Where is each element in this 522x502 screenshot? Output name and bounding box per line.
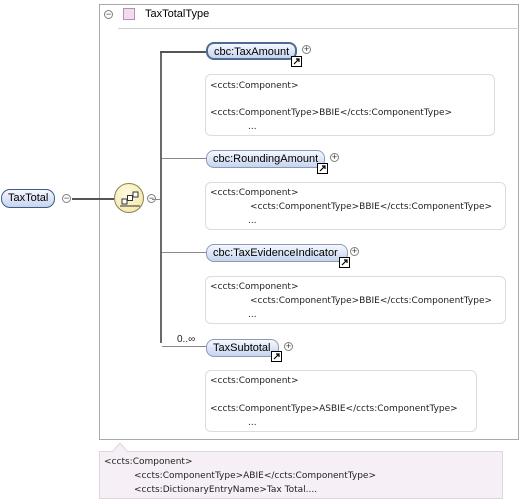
multiplicity-label: 0..∞ — [177, 334, 196, 345]
element-taxsubtotal[interactable]: TaxSubtotal — [206, 339, 279, 357]
annotation-line: <ccts:Component> — [104, 457, 193, 467]
reference-link-icon[interactable] — [291, 56, 302, 67]
element-taxevidenceindicator-label: cbc:TaxEvidenceIndicator — [213, 247, 338, 259]
element-roundingamount[interactable]: cbc:RoundingAmount — [206, 150, 325, 168]
annotation-pointer — [111, 442, 129, 452]
connector-taxsubtotal — [162, 346, 206, 347]
element-taxsubtotal-expand-toggle[interactable]: + — [284, 342, 293, 351]
annotation-line: <ccts:ComponentType>BBIE</ccts:Component… — [210, 108, 453, 118]
element-taxevidenceindicator-expand-toggle[interactable]: + — [350, 247, 359, 256]
annotation-line: <ccts:Component> — [210, 81, 299, 91]
annotation-taxamount: <ccts:Component> <ccts:ComponentType>BBI… — [205, 74, 495, 136]
element-taxamount-expand-toggle[interactable]: + — [302, 45, 311, 54]
annotation-line: ... — [248, 122, 257, 132]
annotation-roundingamount: <ccts:Component> <ccts:ComponentType>BBI… — [205, 182, 506, 230]
connector-root — [72, 198, 114, 200]
annotation-taxevidenceindicator: <ccts:Component> <ccts:ComponentType>BBI… — [205, 276, 506, 324]
annotation-line: <ccts:ComponentType>BBIE</ccts:Component… — [250, 202, 493, 212]
element-taxamount[interactable]: cbc:TaxAmount — [206, 42, 297, 60]
complex-type-icon — [123, 8, 135, 20]
element-taxevidenceindicator[interactable]: cbc:TaxEvidenceIndicator — [206, 244, 348, 262]
reference-link-icon[interactable] — [317, 163, 328, 174]
connector-roundingamount — [162, 158, 206, 159]
reference-link-icon[interactable] — [339, 257, 350, 268]
annotation-line: <ccts:DictionaryEntryName>Tax Total.... — [134, 485, 318, 495]
element-taxamount-label: cbc:TaxAmount — [214, 46, 290, 58]
root-annotation: <ccts:Component> <ccts:ComponentType>ABI… — [99, 451, 503, 499]
element-roundingamount-expand-toggle[interactable]: + — [330, 153, 339, 162]
element-taxsubtotal-label: TaxSubtotal — [213, 342, 271, 354]
type-title: TaxTotalType — [145, 8, 210, 20]
sequence-compositor-icon[interactable] — [114, 183, 144, 213]
root-element-label: TaxTotal — [8, 192, 49, 204]
sequence-icon — [120, 191, 140, 207]
root-collapse-toggle[interactable]: − — [62, 194, 71, 203]
annotation-line: ... — [248, 418, 257, 428]
connector-taxevidenceindicator — [162, 252, 206, 253]
annotation-line: <ccts:Component> — [210, 188, 299, 198]
connector-taxamount — [160, 51, 206, 53]
annotation-line: <ccts:Component> — [210, 376, 299, 386]
annotation-line: <ccts:ComponentType>BBIE</ccts:Component… — [250, 296, 493, 306]
type-header-divider — [118, 28, 519, 29]
annotation-line: <ccts:ComponentType>ASBIE</ccts:Componen… — [210, 404, 458, 414]
root-element-taxtotal[interactable]: TaxTotal — [1, 189, 56, 208]
annotation-line: ... — [248, 310, 257, 320]
element-roundingamount-label: cbc:RoundingAmount — [213, 153, 319, 165]
annotation-line: <ccts:Component> — [210, 282, 299, 292]
type-collapse-toggle[interactable]: − — [104, 10, 113, 19]
connector-vertical — [160, 51, 162, 343]
reference-link-icon[interactable] — [271, 351, 282, 362]
connector-compositor-out — [152, 199, 160, 200]
annotation-line: ... — [248, 216, 257, 226]
annotation-taxsubtotal: <ccts:Component> <ccts:ComponentType>ASB… — [205, 370, 477, 432]
annotation-line: <ccts:ComponentType>ABIE</ccts:Component… — [134, 471, 377, 481]
